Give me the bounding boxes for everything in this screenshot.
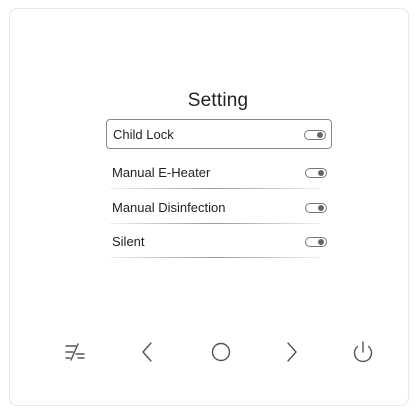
mode-button[interactable] [57,334,93,370]
setting-row-child-lock[interactable]: Child Lock [106,119,332,149]
setting-label: Silent [112,234,145,249]
toggle-knob [318,205,324,211]
setting-row-silent[interactable]: Silent [106,227,332,258]
row-divider [110,257,320,258]
chevron-left-icon [142,342,152,362]
toggle-switch[interactable] [305,168,327,178]
setting-row-manual-disinfection[interactable]: Manual Disinfection [106,193,332,224]
toggle-knob [318,239,324,245]
setting-label: Manual E-Heater [112,165,211,180]
mode-icon [65,343,85,361]
toggle-knob [318,170,324,176]
setting-row-manual-e-heater[interactable]: Manual E-Heater [106,158,332,189]
previous-button[interactable] [129,334,165,370]
circle-icon [211,342,231,362]
screen-title: Setting [187,90,249,111]
toggle-switch[interactable] [304,130,326,140]
confirm-button[interactable] [203,334,239,370]
toggle-switch[interactable] [305,237,327,247]
power-icon [353,341,373,363]
next-button[interactable] [274,334,310,370]
setting-label: Manual Disinfection [112,200,226,215]
power-button[interactable] [345,334,381,370]
display-screen: Setting Child Lock Manual E-Heater Manua… [103,86,333,258]
toggle-knob [317,132,323,138]
toggle-switch[interactable] [305,203,327,213]
row-divider [110,188,320,189]
setting-label: Child Lock [113,127,174,142]
row-divider [110,223,320,224]
chevron-right-icon [287,342,297,362]
